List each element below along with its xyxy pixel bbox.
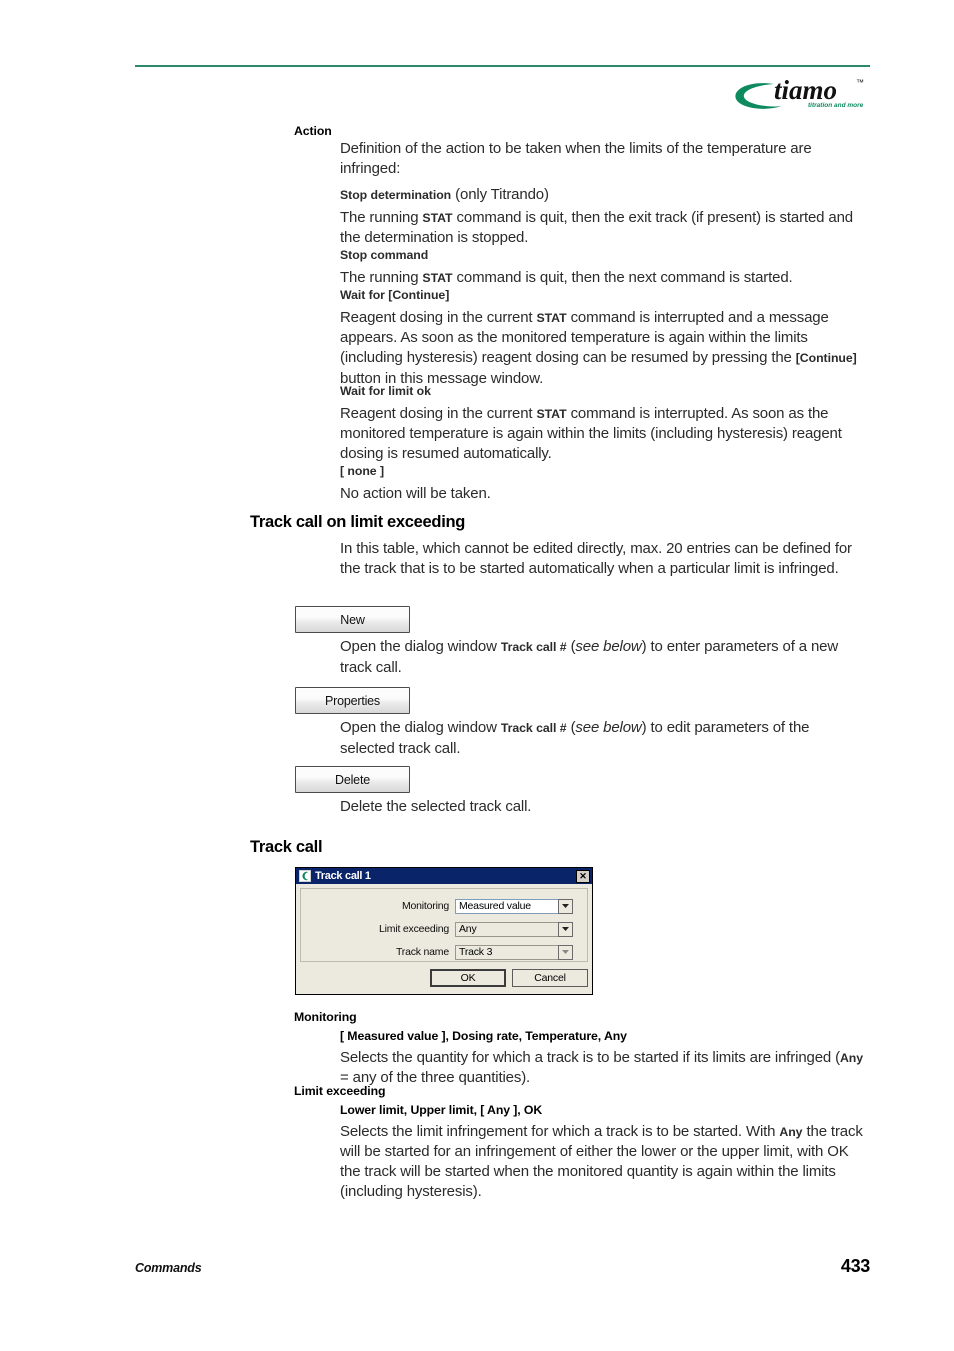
delete-button-description: Delete the selected track call. <box>340 798 532 815</box>
dialog-cancel-button[interactable]: Cancel <box>512 969 588 987</box>
close-icon[interactable]: ✕ <box>576 869 590 883</box>
monitoring-select[interactable]: Measured value <box>455 898 573 914</box>
footer-chapter: Commands <box>135 1261 202 1275</box>
field-row-track-name: Track name Track 3 <box>301 944 587 960</box>
keyword-stat-0: STAT <box>422 210 453 225</box>
kw-track-call-hash-0: Track call # <box>500 640 567 654</box>
term-wait-for-limit-ok: Wait for limit ok <box>340 384 431 398</box>
italic-see-below-0: see below <box>575 638 642 655</box>
body-pre-3: Reagent dosing in the current <box>340 404 537 422</box>
tiamo-logo: tiamo ™ titration and more <box>730 72 870 116</box>
keyword-continue-btn: [Continue] <box>795 351 857 366</box>
action-item-wait-for-continue: Wait for [Continue] Reagent dosing in th… <box>340 285 873 389</box>
chevron-down-icon[interactable] <box>558 921 573 937</box>
param-monitoring: Monitoring [ Measured value ], Dosing ra… <box>294 1010 874 1088</box>
svg-text:tiamo: tiamo <box>774 75 837 105</box>
header-rule <box>135 65 870 67</box>
chevron-down-icon[interactable] <box>558 898 573 914</box>
heading-track-call-on-limit-exceeding: Track call on limit exceeding <box>250 513 466 531</box>
dialog-footer: OK Cancel <box>300 969 588 989</box>
field-row-limit-exceeding: Limit exceeding Any <box>301 921 587 937</box>
body-pre-4: No action will be taken. <box>340 484 491 502</box>
kw-track-call-hash-1: Track call # <box>500 721 567 735</box>
keyword-stat-3: STAT <box>536 406 567 421</box>
track-name-value: Track 3 <box>455 944 558 960</box>
heading-track-call: Track call <box>250 838 323 856</box>
field-row-monitoring: Monitoring Measured value <box>301 898 587 914</box>
param-limit-exceeding: Limit exceeding Lower limit, Upper limit… <box>294 1084 874 1202</box>
body-pre-0: The running <box>340 208 423 226</box>
kw-any-limit: Any <box>779 1124 803 1139</box>
action-item-none: [ none ] No action will be taken. <box>340 461 873 503</box>
document-page: tiamo ™ titration and more Action Defini… <box>0 0 954 1351</box>
svg-text:™: ™ <box>856 78 864 87</box>
monitoring-value: Measured value <box>455 898 558 914</box>
keyword-stat-1: STAT <box>422 270 453 285</box>
track-call-intro: In this table, which cannot be edited di… <box>340 540 852 577</box>
track-call-dialog: Track call 1 ✕ Monitoring Measured value… <box>295 867 593 995</box>
param-limit-exceeding-options: Lower limit, Upper limit, [ Any ], OK <box>340 1103 543 1118</box>
label-monitoring: Monitoring <box>401 900 449 912</box>
properties-button-description: Open the dialog window Track call # (see… <box>340 719 810 757</box>
label-track-name: Track name <box>395 946 449 958</box>
action-label: Action <box>294 124 332 138</box>
properties-button-label: Properties <box>325 693 380 708</box>
limit-exceeding-value: Any <box>455 921 558 937</box>
param-limit-exceeding-desc: Selects the limit infringement for which… <box>340 1122 863 1200</box>
properties-button[interactable]: Properties <box>295 687 410 714</box>
svg-text:titration and more: titration and more <box>808 102 864 109</box>
body-pre-1: The running <box>340 268 423 286</box>
limit-exceeding-select[interactable]: Any <box>455 921 573 937</box>
body-post-1: command is quit, then the next command i… <box>452 268 793 286</box>
body-pre-2: Reagent dosing in the current <box>340 308 537 326</box>
term-none: [ none ] <box>340 464 384 478</box>
param-monitoring-label: Monitoring <box>294 1010 357 1024</box>
label-limit-exceeding: Limit exceeding <box>379 923 449 935</box>
dialog-titlebar[interactable]: Track call 1 ✕ <box>296 868 592 884</box>
dialog-title: Track call 1 <box>315 870 371 882</box>
kw-any-monitoring: Any <box>839 1050 864 1065</box>
delete-button[interactable]: Delete <box>295 766 410 793</box>
action-item-wait-for-limit-ok: Wait for limit ok Reagent dosing in the … <box>340 381 873 464</box>
keyword-stat-2: STAT <box>536 310 567 325</box>
action-item-stop-determination: Stop determination (only Titrando) The r… <box>340 185 873 248</box>
delete-button-label: Delete <box>335 772 370 787</box>
term-stop-command: Stop command <box>340 248 429 262</box>
param-monitoring-desc: Selects the quantity for which a track i… <box>340 1048 864 1087</box>
dialog-body: Monitoring Measured value Limit exceedin… <box>300 888 588 962</box>
term-suffix-0: (only Titrando) <box>451 186 549 203</box>
new-button[interactable]: New <box>295 606 410 633</box>
italic-see-below-1: see below <box>575 719 642 736</box>
dialog-ok-button[interactable]: OK <box>430 969 506 987</box>
chevron-down-icon[interactable] <box>558 944 573 960</box>
app-icon <box>299 870 311 882</box>
footer-page-number: 433 <box>840 1256 870 1276</box>
action-item-stop-command: Stop command The running STAT command is… <box>340 245 873 288</box>
term-stop-determination: Stop determination <box>340 188 452 202</box>
term-wait-for-continue: Wait for [Continue] <box>340 288 450 302</box>
track-name-select[interactable]: Track 3 <box>455 944 573 960</box>
action-intro: Definition of the action to be taken whe… <box>340 140 812 177</box>
param-monitoring-options: [ Measured value ], Dosing rate, Tempera… <box>340 1029 627 1044</box>
new-button-label: New <box>340 612 365 627</box>
new-button-description: Open the dialog window Track call # (see… <box>340 638 839 676</box>
param-limit-exceeding-label: Limit exceeding <box>294 1084 386 1098</box>
